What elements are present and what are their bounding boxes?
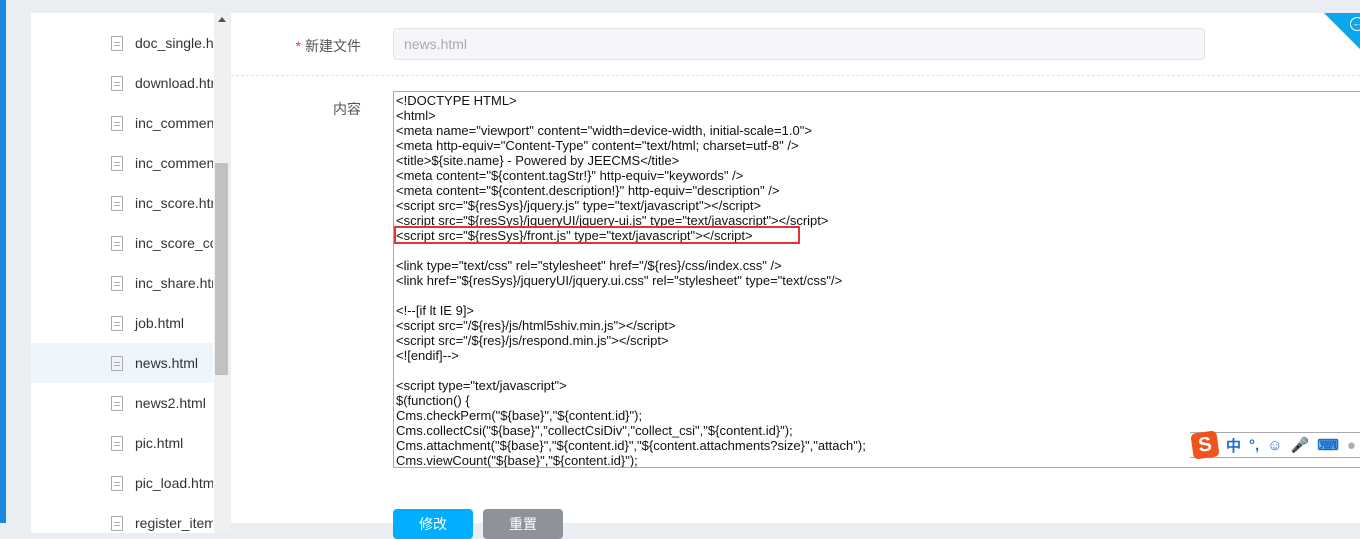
- file-icon: [111, 435, 123, 451]
- file-name: inc_comment_list.html: [135, 155, 213, 171]
- divider: [231, 75, 1360, 76]
- code-line: $(function() {: [396, 393, 470, 408]
- code-line: <meta content="${content.tagStr!}" http-…: [396, 168, 744, 183]
- code-line: <script src="/${res}/js/html5shiv.min.js…: [396, 318, 676, 333]
- filename-label-text: 新建文件: [305, 38, 361, 54]
- file-item[interactable]: job.html: [31, 303, 213, 343]
- file-name: pic_load.html: [135, 475, 213, 491]
- keyboard-icon[interactable]: ⌨: [1317, 436, 1339, 454]
- ime-toolbar: S 中 °, ☺ 🎤 ⌨ ●: [1190, 430, 1360, 460]
- emoji-icon[interactable]: ☺: [1267, 437, 1282, 454]
- file-icon: [111, 75, 123, 91]
- file-name: inc_share.html: [135, 275, 213, 291]
- scrollbar-thumb[interactable]: [215, 163, 228, 375]
- filename-input[interactable]: news.html: [393, 28, 1205, 60]
- microphone-icon[interactable]: 🎤: [1291, 436, 1310, 454]
- file-name: register_item.html: [135, 515, 213, 531]
- code-line: <!--[if lt IE 9]>: [396, 303, 475, 318]
- file-name: doc_single.html: [135, 35, 213, 51]
- left-accent-bar: [0, 0, 6, 523]
- required-mark: *: [295, 38, 301, 54]
- file-item[interactable]: news2.html: [31, 383, 213, 423]
- file-icon: [111, 235, 123, 251]
- sidebar-scrollbar[interactable]: [214, 13, 230, 533]
- file-name: inc_comment.html: [135, 115, 213, 131]
- file-icon: [111, 315, 123, 331]
- file-icon: [111, 155, 123, 171]
- file-icon: [111, 35, 123, 51]
- scroll-up-arrow-icon[interactable]: [218, 17, 226, 22]
- user-icon[interactable]: ●: [1347, 437, 1356, 454]
- code-line: <script src="${resSys}/jquery.js" type="…: [396, 198, 762, 213]
- file-name: pic.html: [135, 435, 184, 451]
- code-line: <![endif]-->: [396, 348, 459, 363]
- code-line: <link href="${resSys}/jqueryUI/jquery.ui…: [396, 273, 843, 288]
- file-item[interactable]: download.html: [31, 63, 213, 103]
- content-label: 内容: [333, 101, 361, 117]
- filename-label: * 新建文件: [231, 36, 361, 56]
- file-name: download.html: [135, 75, 213, 91]
- code-line: <html>: [396, 108, 436, 123]
- code-line: <script src="/${res}/js/respond.min.js">…: [396, 333, 669, 348]
- code-line: <title>${site.name} - Powered by JEECMS<…: [396, 153, 680, 168]
- code-line: <!DOCTYPE HTML>: [396, 93, 517, 108]
- file-item[interactable]: pic.html: [31, 423, 213, 463]
- file-name: inc_score.html: [135, 195, 213, 211]
- file-item[interactable]: pic_load.html: [31, 463, 213, 503]
- code-line: <meta http-equiv="Content-Type" content=…: [396, 138, 799, 153]
- back-arrow-icon[interactable]: ←: [1350, 17, 1360, 31]
- file-item[interactable]: inc_comment.html: [31, 103, 213, 143]
- file-name: job.html: [135, 315, 185, 331]
- code-line: <script type="text/javascript">: [396, 378, 567, 393]
- file-item[interactable]: register_item.html: [31, 503, 213, 533]
- file-icon: [111, 275, 123, 291]
- file-name: news2.html: [135, 395, 206, 411]
- file-icon: [111, 355, 123, 371]
- file-item[interactable]: inc_comment_list.html: [31, 143, 213, 183]
- highlight-box: [394, 226, 800, 244]
- file-icon: [111, 195, 123, 211]
- file-icon: [111, 395, 123, 411]
- reset-button[interactable]: 重置: [483, 509, 563, 539]
- content-textarea[interactable]: <!DOCTYPE HTML> <html> <meta name="viewpor…: [393, 91, 1360, 468]
- submit-button[interactable]: 修改: [393, 509, 473, 539]
- code-line: Cms.checkPerm("${base}","${content.id}")…: [396, 408, 643, 423]
- ime-punct-button[interactable]: °,: [1249, 437, 1259, 454]
- sogou-logo-icon[interactable]: S: [1190, 430, 1220, 460]
- file-icon: [111, 515, 123, 531]
- code-line: <link type="text/css" rel="stylesheet" h…: [396, 258, 782, 273]
- file-name: inc_score_content.html: [135, 235, 213, 251]
- ime-mode-button[interactable]: 中: [1226, 435, 1241, 456]
- file-item[interactable]: doc_single.html: [31, 23, 213, 63]
- code-line: <meta name="viewport" content="width=dev…: [396, 123, 812, 138]
- file-item[interactable]: inc_score_content.html: [31, 223, 213, 263]
- file-item[interactable]: news.html: [31, 343, 213, 383]
- file-item[interactable]: inc_score.html: [31, 183, 213, 223]
- code-line: <meta content="${content.description!}" …: [396, 183, 780, 198]
- file-icon: [111, 475, 123, 491]
- file-icon: [111, 115, 123, 131]
- file-name: news.html: [135, 355, 199, 371]
- file-tree-sidebar: doc_single.html download.html inc_comment.…: [31, 13, 230, 533]
- file-item[interactable]: inc_share.html: [31, 263, 213, 303]
